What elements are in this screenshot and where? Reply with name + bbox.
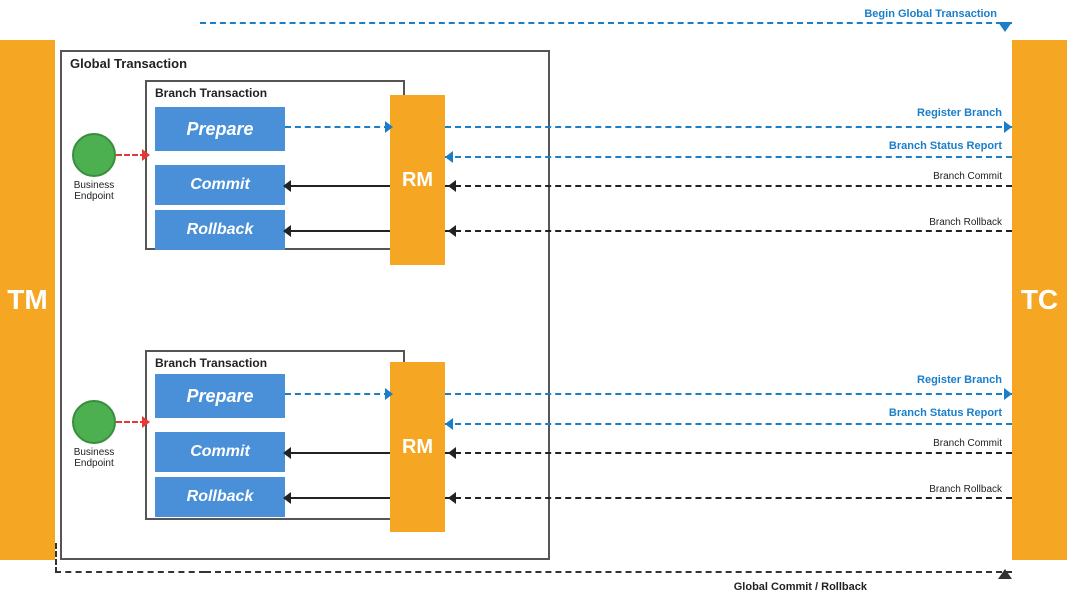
register-branch-line-lower xyxy=(445,393,1012,395)
branch-rollback-label-lower: Branch Rollback xyxy=(929,484,1002,495)
business-endpoint-label-upper: BusinessEndpoint xyxy=(72,180,116,202)
begin-global-tx-line xyxy=(200,22,1012,24)
rm-to-rollback-line-lower xyxy=(285,497,390,499)
rollback-arrow-arrowhead-upper xyxy=(448,225,456,237)
rollback-box-upper: Rollback xyxy=(155,210,285,250)
bottom-upward-arrowhead xyxy=(998,569,1012,579)
commit-box-lower: Commit xyxy=(155,432,285,472)
commit-arrow-arrowhead-upper xyxy=(448,180,456,192)
commit-arrow-line-upper xyxy=(445,185,1012,187)
rm-to-commit-arrowhead-upper xyxy=(283,180,291,192)
commit-label-lower: Commit xyxy=(190,443,250,461)
tm-label: TM xyxy=(7,284,47,316)
commit-arrow-line-lower xyxy=(445,452,1012,454)
rm-to-commit-arrowhead-lower xyxy=(283,447,291,459)
rollback-label-upper: Rollback xyxy=(187,221,254,239)
tc-column: TC xyxy=(1012,40,1067,560)
prepare-to-rm-arrowhead-upper xyxy=(385,121,393,133)
register-branch-label-lower: Register Branch xyxy=(917,374,1002,386)
business-endpoint-circle-lower xyxy=(72,400,116,444)
rm-to-commit-line-lower xyxy=(285,452,390,454)
branch-status-arrow-lower xyxy=(445,418,453,430)
bottom-dashed-left xyxy=(55,571,205,573)
prepare-box-lower: Prepare xyxy=(155,374,285,418)
commit-label-upper: Commit xyxy=(190,176,250,194)
business-endpoint-lower: BusinessEndpoint xyxy=(72,400,116,469)
rm-box-lower: RM xyxy=(390,362,445,532)
register-branch-line-upper xyxy=(445,126,1012,128)
commit-arrow-arrowhead-lower xyxy=(448,447,456,459)
rollback-box-lower: Rollback xyxy=(155,477,285,517)
bottom-dashed-right xyxy=(205,571,1012,573)
business-endpoint-label-lower: BusinessEndpoint xyxy=(72,447,116,469)
branch-transaction-upper-label: Branch Transaction xyxy=(155,86,267,100)
commit-box-upper: Commit xyxy=(155,165,285,205)
rm-to-rollback-arrowhead-lower xyxy=(283,492,291,504)
prepare-label-upper: Prepare xyxy=(186,119,253,140)
red-arrowhead-upper xyxy=(142,149,150,161)
branch-transaction-lower-label: Branch Transaction xyxy=(155,356,267,370)
branch-rollback-label-upper: Branch Rollback xyxy=(929,217,1002,228)
global-transaction-label: Global Transaction xyxy=(70,56,187,71)
rm-to-commit-line-upper xyxy=(285,185,390,187)
red-arrowhead-lower xyxy=(142,416,150,428)
branch-status-label-upper: Branch Status Report xyxy=(889,140,1002,152)
begin-global-tx-arrowhead xyxy=(998,22,1012,32)
bottom-vert-left xyxy=(55,543,57,573)
tc-label: TC xyxy=(1021,284,1058,316)
rollback-label-lower: Rollback xyxy=(187,488,254,506)
prepare-to-rm-line-upper xyxy=(285,126,390,128)
rm-label-upper: RM xyxy=(402,169,433,192)
tm-column: TM xyxy=(0,40,55,560)
rollback-arrow-line-upper xyxy=(445,230,1012,232)
register-branch-arrow-upper xyxy=(1004,121,1012,133)
rm-label-lower: RM xyxy=(402,436,433,459)
business-endpoint-upper: BusinessEndpoint xyxy=(72,133,116,202)
begin-global-tx-label: Begin Global Transaction xyxy=(864,8,997,20)
business-endpoint-circle-upper xyxy=(72,133,116,177)
rm-to-rollback-arrowhead-upper xyxy=(283,225,291,237)
prepare-box-upper: Prepare xyxy=(155,107,285,151)
rm-to-rollback-line-upper xyxy=(285,230,390,232)
global-commit-rollback-label: Global Commit / Rollback xyxy=(734,581,867,593)
register-branch-label-upper: Register Branch xyxy=(917,107,1002,119)
prepare-to-rm-arrowhead-lower xyxy=(385,388,393,400)
branch-status-line-lower xyxy=(445,423,1012,425)
prepare-label-lower: Prepare xyxy=(186,386,253,407)
rollback-arrow-arrowhead-lower xyxy=(448,492,456,504)
branch-commit-label-upper: Branch Commit xyxy=(933,171,1002,182)
prepare-to-rm-line-lower xyxy=(285,393,390,395)
branch-status-label-lower: Branch Status Report xyxy=(889,407,1002,419)
branch-status-line-upper xyxy=(445,156,1012,158)
rollback-arrow-line-lower xyxy=(445,497,1012,499)
rm-box-upper: RM xyxy=(390,95,445,265)
branch-commit-label-lower: Branch Commit xyxy=(933,438,1002,449)
diagram-container: Begin Global Transaction TM TC Global Tr… xyxy=(0,0,1067,603)
branch-status-arrow-upper xyxy=(445,151,453,163)
register-branch-arrow-lower xyxy=(1004,388,1012,400)
